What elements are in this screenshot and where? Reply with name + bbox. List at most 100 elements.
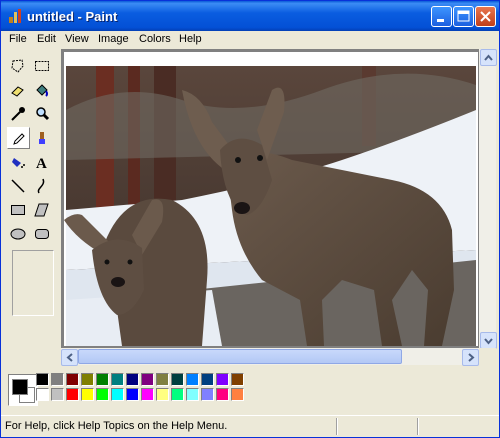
pencil-tool[interactable] bbox=[7, 127, 30, 149]
line-tool[interactable] bbox=[7, 175, 30, 197]
rounded-rect-icon bbox=[35, 229, 49, 239]
brush-icon bbox=[39, 132, 45, 144]
ellipse-icon bbox=[10, 228, 26, 240]
curve-icon bbox=[37, 178, 45, 194]
rectangle-tool[interactable] bbox=[7, 199, 30, 221]
window-title: untitled - Paint bbox=[27, 9, 118, 24]
palette-swatch[interactable] bbox=[36, 373, 49, 386]
palette-swatch[interactable] bbox=[81, 373, 94, 386]
palette-swatch[interactable] bbox=[186, 373, 199, 386]
paint-window: untitled - Paint File Edit View Image Co… bbox=[0, 0, 500, 438]
menu-edit[interactable]: Edit bbox=[37, 33, 56, 45]
palette-swatch[interactable] bbox=[96, 373, 109, 386]
eraser-tool[interactable] bbox=[7, 79, 30, 101]
magnifier-tool[interactable] bbox=[31, 103, 54, 125]
text-tool[interactable]: A bbox=[31, 151, 54, 173]
vertical-scrollbar[interactable] bbox=[479, 49, 497, 349]
status-text: For Help, click Help Topics on the Help … bbox=[5, 420, 228, 432]
rounded-rect-tool[interactable] bbox=[31, 223, 54, 245]
maximize-icon bbox=[457, 10, 470, 22]
palette-swatch[interactable] bbox=[51, 388, 64, 401]
scroll-down-button[interactable] bbox=[480, 332, 497, 349]
palette-swatch[interactable] bbox=[156, 388, 169, 401]
scroll-left-button[interactable] bbox=[61, 349, 78, 366]
rectangle-icon bbox=[11, 205, 25, 215]
menu-help[interactable]: Help bbox=[179, 33, 202, 45]
status-bar: For Help, click Help Topics on the Help … bbox=[1, 415, 499, 437]
paint-bucket-icon bbox=[36, 84, 48, 97]
free-form-select-tool[interactable] bbox=[7, 55, 30, 77]
canvas-area bbox=[61, 49, 481, 349]
palette-swatch[interactable] bbox=[81, 388, 94, 401]
airbrush-tool[interactable] bbox=[7, 151, 30, 173]
paint-brush-icon bbox=[9, 9, 21, 23]
select-tool[interactable] bbox=[31, 55, 54, 77]
polygon-tool[interactable] bbox=[31, 199, 54, 221]
tool-options-box[interactable] bbox=[12, 250, 54, 316]
palette-swatch[interactable] bbox=[231, 388, 244, 401]
minimize-icon bbox=[437, 19, 444, 22]
curve-tool[interactable] bbox=[31, 175, 54, 197]
close-button[interactable] bbox=[475, 6, 496, 27]
text-icon: A bbox=[36, 156, 47, 170]
minimize-button[interactable] bbox=[431, 6, 452, 27]
palette-swatch[interactable] bbox=[141, 388, 154, 401]
palette-swatch[interactable] bbox=[111, 388, 124, 401]
palette-swatch[interactable] bbox=[96, 388, 109, 401]
menu-bar: File Edit View Image Colors Help bbox=[1, 31, 499, 49]
palette-swatch[interactable] bbox=[66, 388, 79, 401]
drawing-canvas[interactable] bbox=[62, 50, 480, 348]
palette-swatch[interactable] bbox=[126, 373, 139, 386]
palette-swatch[interactable] bbox=[216, 388, 229, 401]
palette-swatch[interactable] bbox=[186, 388, 199, 401]
pick-color-tool[interactable] bbox=[7, 103, 30, 125]
current-colors[interactable] bbox=[8, 374, 38, 406]
fill-tool[interactable] bbox=[31, 79, 54, 101]
palette-swatch[interactable] bbox=[216, 373, 229, 386]
chevron-right-icon bbox=[468, 353, 475, 362]
free-form-select-icon bbox=[11, 59, 24, 73]
palette-swatch[interactable] bbox=[171, 373, 184, 386]
title-bar[interactable]: untitled - Paint bbox=[1, 1, 499, 31]
palette-swatch[interactable] bbox=[201, 388, 214, 401]
eyedropper-icon bbox=[11, 107, 25, 121]
svg-text:A: A bbox=[36, 156, 47, 170]
palette-swatch[interactable] bbox=[201, 373, 214, 386]
palette-swatch[interactable] bbox=[66, 373, 79, 386]
menu-file[interactable]: File bbox=[9, 33, 27, 45]
polygon-icon bbox=[34, 203, 49, 217]
rect-select-icon bbox=[35, 61, 49, 71]
scroll-corner bbox=[479, 348, 496, 365]
toolbox: A bbox=[4, 53, 58, 365]
maximize-button[interactable] bbox=[453, 6, 474, 27]
palette-swatch[interactable] bbox=[36, 388, 49, 401]
palette-swatch[interactable] bbox=[171, 388, 184, 401]
status-divider bbox=[336, 418, 338, 435]
palette-swatch[interactable] bbox=[141, 373, 154, 386]
eraser-icon bbox=[11, 86, 24, 97]
palette-swatch[interactable] bbox=[126, 388, 139, 401]
horizontal-scrollbar[interactable] bbox=[61, 348, 479, 366]
color-palette bbox=[4, 370, 274, 406]
menu-view[interactable]: View bbox=[65, 33, 89, 45]
scroll-right-button[interactable] bbox=[462, 349, 479, 366]
palette-swatch[interactable] bbox=[51, 373, 64, 386]
menu-image[interactable]: Image bbox=[98, 33, 129, 45]
horizontal-scroll-thumb[interactable] bbox=[78, 349, 402, 364]
palette-swatch[interactable] bbox=[156, 373, 169, 386]
chevron-up-icon bbox=[484, 54, 493, 61]
palette-swatch[interactable] bbox=[231, 373, 244, 386]
menu-colors[interactable]: Colors bbox=[139, 33, 171, 45]
foreground-color-swatch[interactable] bbox=[12, 379, 28, 395]
airbrush-icon bbox=[12, 158, 25, 168]
brush-tool[interactable] bbox=[31, 127, 54, 149]
scroll-up-button[interactable] bbox=[480, 49, 497, 66]
ellipse-tool[interactable] bbox=[7, 223, 30, 245]
status-divider bbox=[417, 418, 419, 435]
chevron-left-icon bbox=[66, 353, 73, 362]
palette-swatch[interactable] bbox=[111, 373, 124, 386]
chevron-down-icon bbox=[484, 338, 493, 345]
close-icon bbox=[480, 11, 491, 22]
line-icon bbox=[11, 179, 25, 193]
magnifier-icon bbox=[36, 107, 50, 121]
